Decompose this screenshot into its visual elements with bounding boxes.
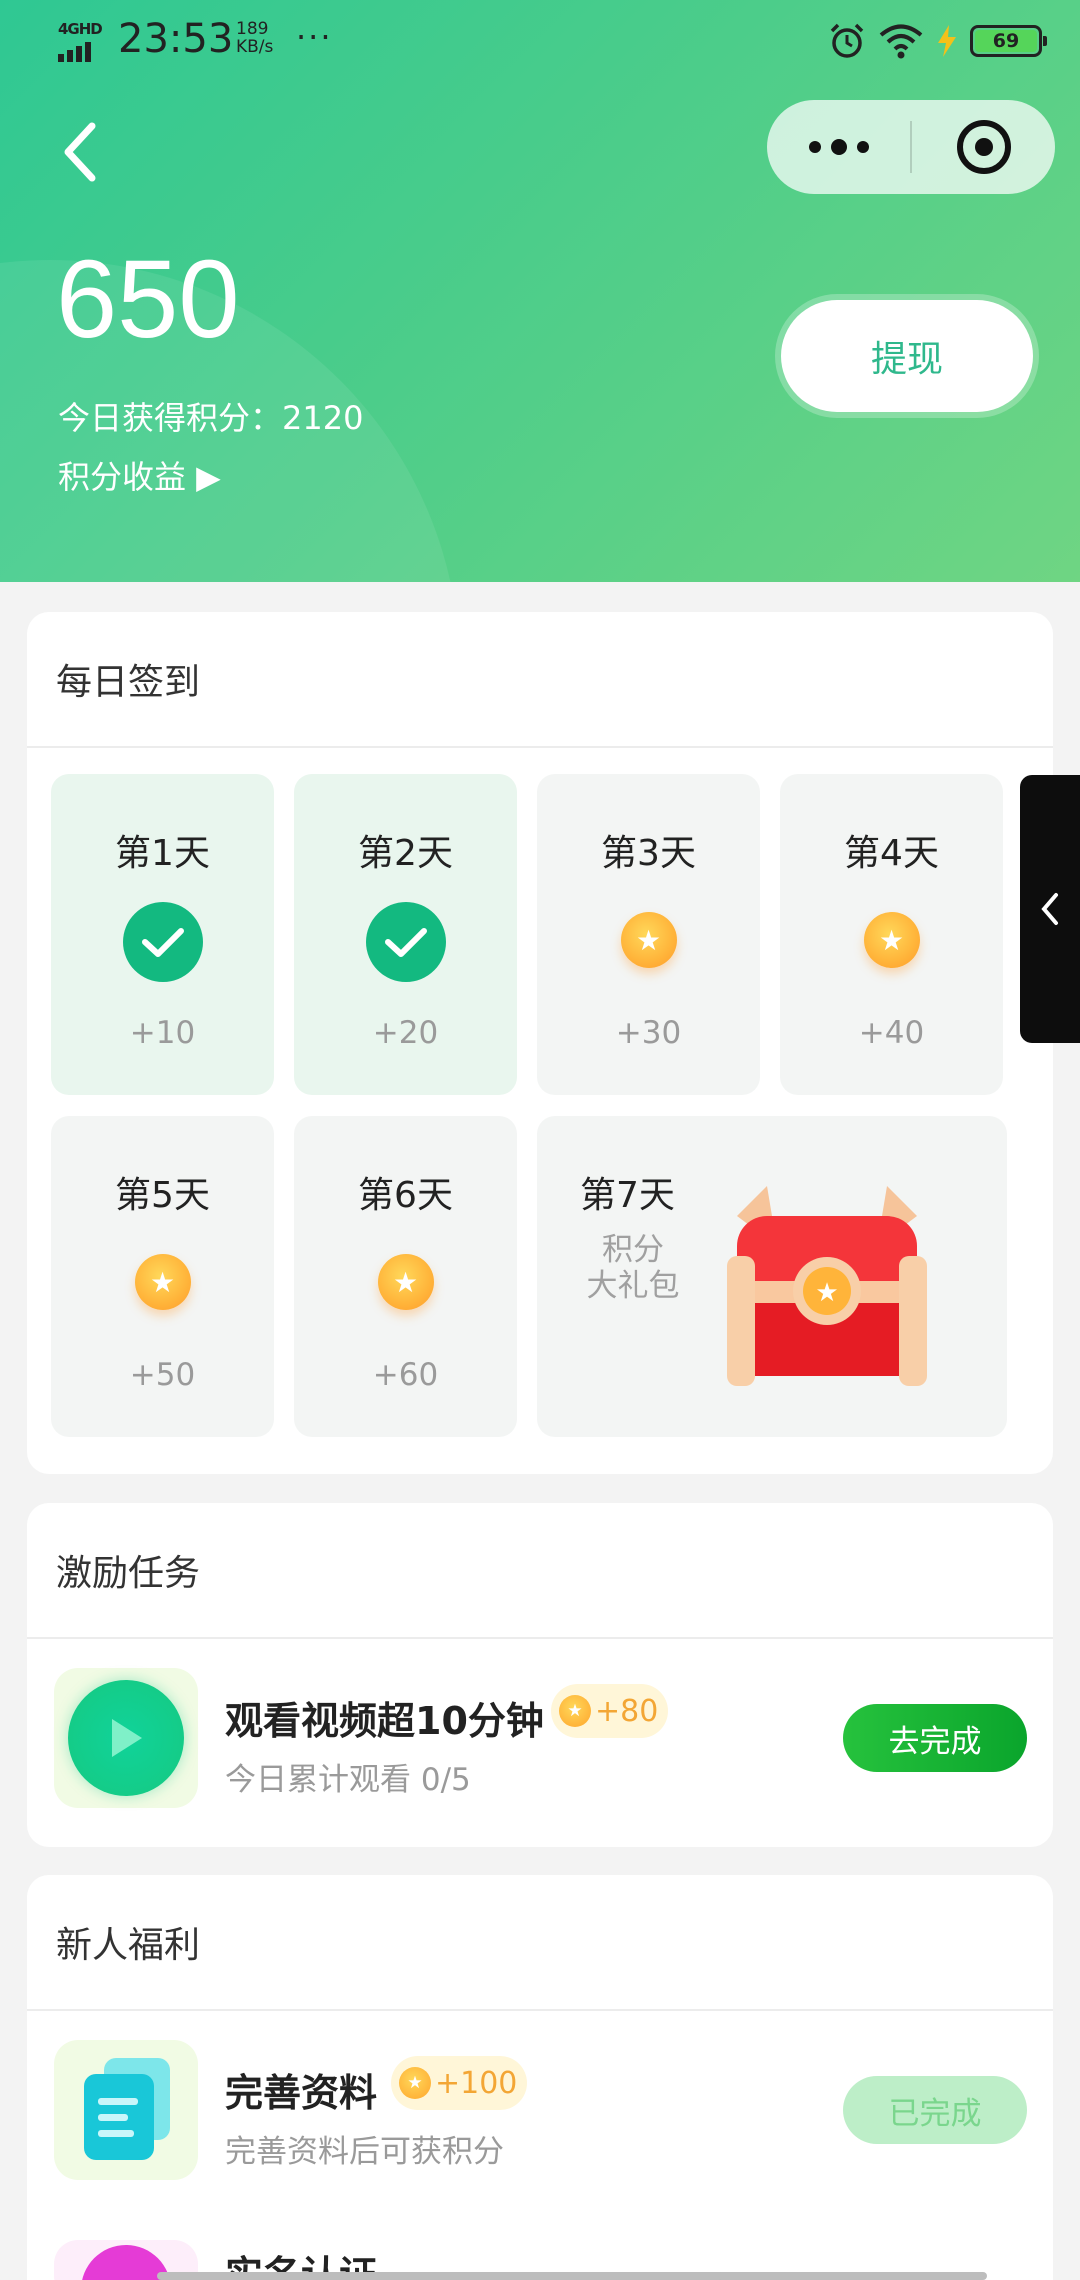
points-balance: 650 xyxy=(56,238,240,361)
day-label: 第4天 xyxy=(844,833,939,874)
coin-icon: ★ xyxy=(620,912,677,968)
task-subtitle: 完善资料后可获积分 xyxy=(225,2134,504,2170)
coin-icon: ★ xyxy=(399,2067,431,2099)
checkin-day-3[interactable]: 第3天 ★ +30 xyxy=(537,774,760,1095)
checkin-day-1[interactable]: 第1天 +10 xyxy=(51,774,274,1095)
day-reward: +20 xyxy=(372,1015,439,1051)
task-icon-tile xyxy=(54,1668,198,1808)
chevron-left-icon xyxy=(1041,893,1058,925)
play-icon xyxy=(68,1680,184,1796)
go-complete-button[interactable]: 去完成 xyxy=(843,1704,1027,1772)
check-icon xyxy=(365,902,446,982)
completed-button[interactable]: 已完成 xyxy=(843,2076,1027,2144)
task-icon-tile xyxy=(54,2040,198,2180)
newbie-title: 新人福利 xyxy=(27,1875,1053,2011)
checkin-day-6[interactable]: 第6天 ★ +60 xyxy=(294,1116,517,1437)
battery-level: 69 xyxy=(975,30,1037,52)
day-label: 第7天 xyxy=(580,1175,675,1216)
points-badge: ★ +100 xyxy=(391,2056,528,2110)
day-reward: +40 xyxy=(858,1015,925,1051)
bottom-scroll-indicator xyxy=(27,2240,1053,2280)
newbie-benefits-card: 新人福利 完善资料 ★ +100 完善资料后可获积分 已完成 实名认证 xyxy=(27,1875,1053,2280)
coin-icon: ★ xyxy=(559,1695,591,1727)
points-income-link[interactable]: 积分收益 ▶ xyxy=(58,452,221,498)
today-points: 今日获得积分：2120 xyxy=(58,399,364,437)
close-miniprogram-button[interactable] xyxy=(912,100,1055,194)
network-type: 4GHD xyxy=(58,20,103,38)
task-title: 完善资料 xyxy=(225,2071,378,2115)
daily-checkin-card: 每日签到 第1天 +10 第2天 +20 第3天 ★ +30 第4天 ★ +40… xyxy=(27,612,1053,1474)
svg-text:★: ★ xyxy=(815,1278,838,1308)
network-speed: 189 KB/s xyxy=(236,20,273,56)
status-more-icon: ··· xyxy=(296,18,333,56)
day-label: 第2天 xyxy=(358,833,453,874)
day-label: 第3天 xyxy=(601,833,696,874)
side-drawer-toggle[interactable] xyxy=(1020,775,1080,1043)
checkin-title: 每日签到 xyxy=(27,612,1053,748)
wifi-icon xyxy=(879,24,923,59)
checkin-day-5[interactable]: 第5天 ★ +50 xyxy=(51,1116,274,1437)
chevron-left-icon xyxy=(64,122,96,182)
checkin-day-4[interactable]: 第4天 ★ +40 xyxy=(780,774,1003,1095)
battery-icon: 69 xyxy=(970,25,1047,57)
status-icons: 69 xyxy=(828,22,1047,60)
charging-icon xyxy=(938,25,956,57)
checkin-day-2[interactable]: 第2天 +20 xyxy=(294,774,517,1095)
coin-icon: ★ xyxy=(134,1254,191,1310)
coin-icon: ★ xyxy=(377,1254,434,1310)
task-watch-video: 观看视频超10分钟 ★ +80 今日累计观看 0/5 去完成 xyxy=(27,1668,1053,1808)
speed-unit: KB/s xyxy=(236,37,274,57)
clock: 23:53 xyxy=(118,16,234,62)
header: 4GHD 23:53 189 KB/s ··· 69 650 今日获得积分：21… xyxy=(0,0,1080,582)
check-icon xyxy=(122,902,203,982)
day-label: 第1天 xyxy=(115,833,210,874)
gift-line-1: 积分 xyxy=(602,1232,664,1268)
day-label: 第6天 xyxy=(358,1175,453,1216)
points-value: +80 xyxy=(595,1693,659,1729)
day-reward: +10 xyxy=(129,1015,196,1051)
more-menu-button[interactable] xyxy=(767,100,910,194)
day-reward: +60 xyxy=(372,1357,439,1393)
day-reward: +30 xyxy=(615,1015,682,1051)
signal-icon: 4GHD xyxy=(58,20,106,62)
points-value: +100 xyxy=(435,2065,518,2101)
task-subtitle: 今日累计观看 0/5 xyxy=(225,1762,471,1798)
alarm-icon xyxy=(830,23,864,58)
incentive-tasks-card: 激励任务 观看视频超10分钟 ★ +80 今日累计观看 0/5 去完成 xyxy=(27,1503,1053,1847)
gift-line-2: 大礼包 xyxy=(586,1268,680,1304)
coin-icon: ★ xyxy=(863,912,920,968)
back-button[interactable] xyxy=(58,120,102,184)
task-title: 观看视频超10分钟 xyxy=(225,1699,544,1743)
incentive-title: 激励任务 xyxy=(27,1503,1053,1639)
miniprogram-capsule xyxy=(767,100,1055,194)
withdraw-button[interactable]: 提现 xyxy=(781,300,1033,412)
target-icon xyxy=(956,120,1011,174)
treasure-chest-icon: ★ xyxy=(727,1186,927,1386)
checkin-day-7[interactable]: 第7天 积分 大礼包 ★ xyxy=(537,1116,1007,1437)
day-reward: +50 xyxy=(129,1357,196,1393)
status-bar: 4GHD 23:53 189 KB/s ··· 69 xyxy=(0,0,1080,84)
speed-value: 189 xyxy=(236,19,269,39)
day-label: 第5天 xyxy=(115,1175,210,1216)
task-complete-profile: 完善资料 ★ +100 完善资料后可获积分 已完成 xyxy=(27,2040,1053,2180)
document-icon xyxy=(84,2058,170,2160)
points-badge: ★ +80 xyxy=(551,1684,669,1738)
gift-pack-label: 积分 大礼包 xyxy=(573,1232,693,1304)
